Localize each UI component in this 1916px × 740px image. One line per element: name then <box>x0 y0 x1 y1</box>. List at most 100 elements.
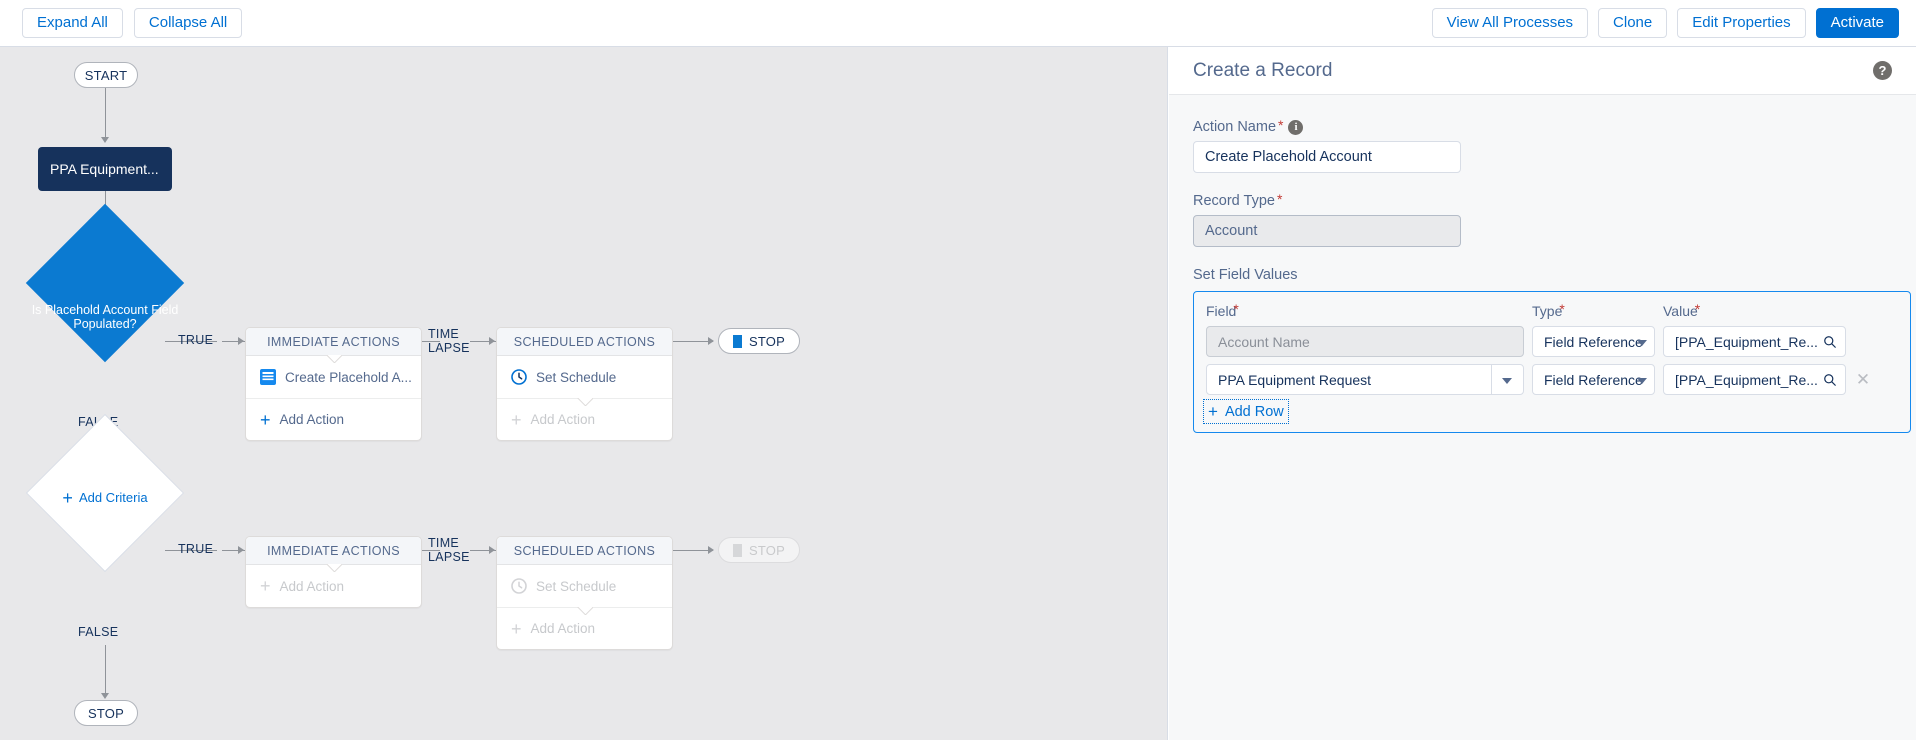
plus-icon: + <box>511 618 522 639</box>
row-2-value-input[interactable]: [PPA_Equipment_Re... <box>1663 364 1846 395</box>
time-lapse-label-2-line2: LAPSE <box>428 550 470 564</box>
clone-button[interactable]: Clone <box>1598 8 1668 38</box>
scheduled-add-action-1-label: Add Action <box>530 412 596 427</box>
stop-square-icon <box>733 543 743 557</box>
plus-icon: + <box>511 409 522 430</box>
record-type-field-block: Record Type * Account <box>1193 191 1892 247</box>
row-1-type-select[interactable]: Field Reference <box>1532 326 1655 357</box>
start-node-label: START <box>84 67 128 83</box>
search-icon <box>1823 335 1837 349</box>
action-name-label: Action Name <box>1193 119 1277 135</box>
row-2-value-text: [PPA_Equipment_Re... <box>1675 371 1818 388</box>
process-builder-canvas: START PPA Equipment... Is Placehold Acco… <box>0 47 1168 740</box>
time-lapse-label-2-line1: TIME <box>428 536 460 550</box>
edit-properties-button[interactable]: Edit Properties <box>1677 8 1806 38</box>
panel-body: Action Name * i Record Type * Account Se… <box>1169 95 1916 433</box>
scheduled-actions-header-2: SCHEDULED ACTIONS <box>497 537 672 565</box>
connector-to-stop-1 <box>673 341 713 342</box>
toolbar-right-group: View All Processes Clone Edit Properties… <box>1431 8 1899 38</box>
criteria-2-false-label: FALSE <box>78 625 119 639</box>
set-schedule-2[interactable]: Set Schedule <box>497 565 672 607</box>
row-1-type-value: Field Reference <box>1544 333 1643 350</box>
object-node[interactable]: PPA Equipment... <box>38 147 172 191</box>
row-2-type-select[interactable]: Field Reference <box>1532 364 1655 395</box>
activate-button[interactable]: Activate <box>1815 8 1899 38</box>
help-icon[interactable]: ? <box>1873 61 1892 80</box>
row-1-type-cell: Field Reference <box>1532 326 1655 357</box>
notch-indicator <box>577 607 593 615</box>
action-name-field-block: Action Name * i <box>1193 117 1892 173</box>
connector-arrow-5 <box>489 337 495 345</box>
scheduled-actions-box-2: SCHEDULED ACTIONS Set Schedule + Add Act… <box>496 536 673 650</box>
set-field-values-header-row: Field* Type* Value* <box>1206 301 1898 319</box>
plus-icon: + <box>62 488 73 508</box>
add-row-label: Add Row <box>1224 403 1284 420</box>
criteria-node-2-label: Add Criteria <box>78 490 148 505</box>
expand-all-button[interactable]: Expand All <box>22 8 123 38</box>
time-lapse-label-1-line2: LAPSE <box>428 341 470 355</box>
info-icon[interactable]: i <box>1288 119 1304 135</box>
plus-icon: + <box>260 409 271 430</box>
action-name-input[interactable] <box>1193 141 1461 173</box>
connector-arrow-10 <box>708 546 714 554</box>
select-divider <box>1491 365 1492 394</box>
top-toolbar: Expand All Collapse All View All Process… <box>0 0 1916 47</box>
criteria-node-1[interactable] <box>25 203 185 363</box>
start-node[interactable]: START <box>74 62 138 88</box>
set-schedule-2-label: Set Schedule <box>536 578 617 594</box>
set-schedule-1[interactable]: Set Schedule <box>497 356 672 398</box>
criteria-2-true-label: TRUE <box>178 542 214 556</box>
search-icon <box>1823 373 1837 387</box>
criteria-node-1-label: Is Placehold Account Field Populated? <box>31 303 179 331</box>
criteria-node-2-label-group[interactable]: + Add Criteria <box>30 489 180 507</box>
clock-icon <box>511 578 527 594</box>
scheduled-actions-box-1: SCHEDULED ACTIONS Set Schedule + Add Act… <box>496 327 673 441</box>
chevron-down-icon <box>1637 377 1647 384</box>
plus-icon: + <box>260 576 271 596</box>
scheduled-add-action-2-label: Add Action <box>530 621 596 636</box>
immediate-add-action-2[interactable]: + Add Action <box>246 565 421 607</box>
scheduled-add-action-2[interactable]: + Add Action <box>497 607 672 649</box>
action-detail-panel: Create a Record ? Action Name * i Record… <box>1169 47 1916 740</box>
set-field-values-label: Set Field Values <box>1193 267 1298 283</box>
collapse-all-button[interactable]: Collapse All <box>133 8 243 38</box>
time-lapse-label-1: TIME LAPSE <box>428 327 470 355</box>
panel-title: Create a Record <box>1193 59 1333 81</box>
view-all-processes-button[interactable]: View All Processes <box>1431 8 1589 38</box>
scheduled-add-action-1[interactable]: + Add Action <box>497 398 672 440</box>
end-stop-node[interactable]: STOP <box>74 700 138 726</box>
record-create-icon <box>260 369 276 385</box>
connector-arrow-1 <box>101 137 109 143</box>
row-2-type-cell: Field Reference <box>1532 364 1655 395</box>
connector-start-to-object <box>105 88 106 138</box>
notch-indicator <box>326 355 342 363</box>
immediate-add-action-2-label: Add Action <box>279 578 345 594</box>
connector-arrow-3 <box>238 337 244 345</box>
row-2-field-select[interactable]: PPA Equipment Request <box>1206 364 1524 395</box>
stop-square-icon <box>733 334 743 348</box>
add-row-button[interactable]: + Add Row <box>1203 399 1289 424</box>
set-schedule-1-label: Set Schedule <box>536 369 617 385</box>
plus-icon: + <box>1208 402 1218 421</box>
connector-to-stop-2 <box>673 550 713 551</box>
panel-header: Create a Record ? <box>1169 47 1916 95</box>
immediate-action-item-1-label: Create Placehold A... <box>285 369 412 385</box>
row-2-field-cell: PPA Equipment Request <box>1206 364 1524 395</box>
clock-icon <box>511 369 527 385</box>
column-header-field: Field* <box>1206 301 1524 319</box>
immediate-add-action-1[interactable]: + Add Action <box>246 398 421 440</box>
chevron-down-icon <box>1637 339 1647 346</box>
stop-node-1[interactable]: STOP <box>718 328 800 354</box>
immediate-actions-header-2: IMMEDIATE ACTIONS <box>246 537 421 565</box>
immediate-action-item-1[interactable]: Create Placehold A... <box>246 356 421 398</box>
row-2-type-value: Field Reference <box>1544 371 1643 388</box>
time-lapse-label-1-line1: TIME <box>428 327 460 341</box>
toolbar-left-group: Expand All Collapse All <box>22 8 243 38</box>
table-row: Account Name Field Reference [PPA_Equipm… <box>1206 326 1898 357</box>
row-1-value-input[interactable]: [PPA_Equipment_Re... <box>1663 326 1846 357</box>
stop-node-1-label: STOP <box>749 333 785 349</box>
connector-criteria2-false <box>105 645 106 695</box>
object-node-label: PPA Equipment... <box>50 161 159 177</box>
row-1-field-select: Account Name <box>1206 326 1524 357</box>
row-2-remove-button[interactable]: ✕ <box>1846 370 1880 390</box>
